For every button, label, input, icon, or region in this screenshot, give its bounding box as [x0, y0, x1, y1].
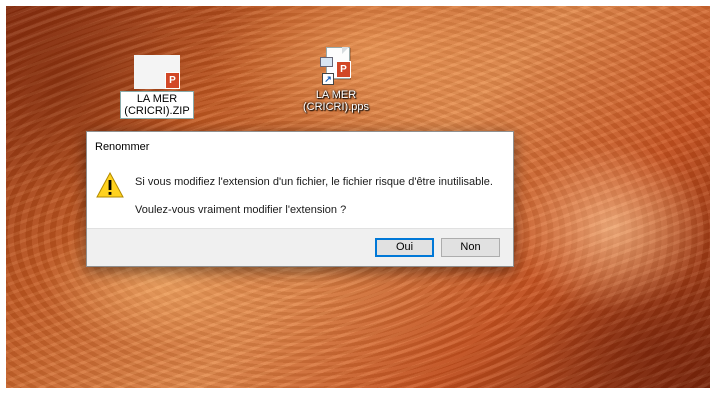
desktop-icon-pps[interactable]: P ↗ LA MER (CRICRI).pps	[294, 47, 378, 113]
warning-icon	[96, 172, 124, 198]
icon-label-line2: (CRICRI).ZIP	[124, 105, 190, 117]
dialog-message-question: Voulez-vous vraiment modifier l'extensio…	[135, 204, 347, 216]
desktop-icon-label[interactable]: LA MER (CRICRI).ZIP	[120, 91, 194, 119]
no-button[interactable]: Non	[441, 238, 500, 257]
powerpoint-badge-icon: P	[165, 72, 180, 89]
shortcut-arrow-icon: ↗	[322, 73, 334, 85]
desktop-icon-label[interactable]: LA MER (CRICRI).pps	[294, 89, 378, 113]
dialog-button-bar: Oui Non	[87, 228, 513, 266]
dialog-title: Renommer	[95, 141, 150, 153]
rename-dialog: Renommer Si vous modifiez l'extension d'…	[86, 131, 514, 267]
dialog-message-warning: Si vous modifiez l'extension d'un fichie…	[135, 176, 493, 188]
yes-button[interactable]: Oui	[375, 238, 434, 257]
powerpoint-badge-icon: P	[336, 61, 351, 78]
icon-label-line2: (CRICRI).pps	[302, 101, 369, 113]
pps-file-icon: P ↗	[320, 47, 352, 85]
icon-label-line1: LA MER	[315, 89, 357, 101]
icon-label-line1: LA MER	[136, 93, 178, 105]
desktop-icon-zip[interactable]: P LA MER (CRICRI).ZIP	[115, 55, 199, 119]
zip-thumbnail: P	[134, 55, 180, 89]
